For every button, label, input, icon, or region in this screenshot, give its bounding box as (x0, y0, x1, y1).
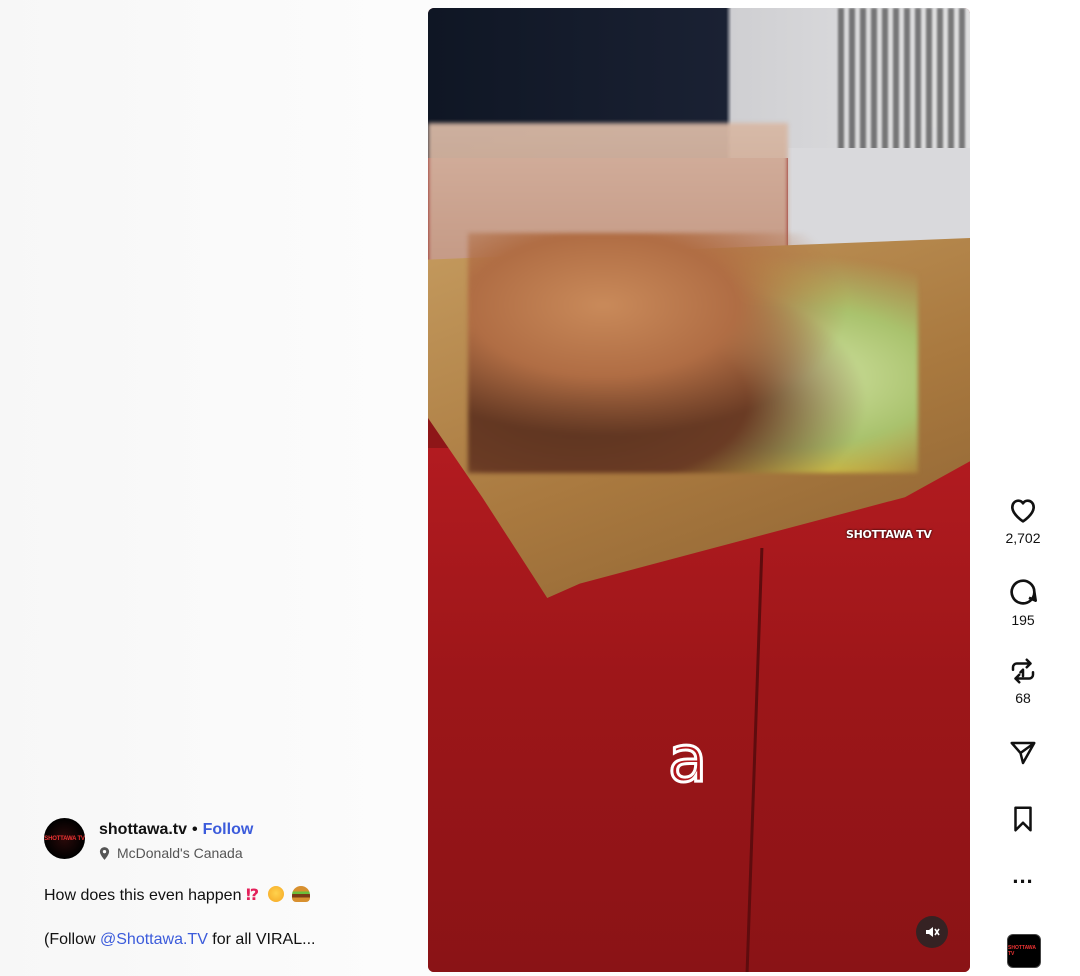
more-options-label: ... (1012, 863, 1034, 888)
share-icon (1008, 738, 1038, 768)
caption-more-prefix: (Follow (44, 931, 101, 948)
location-link[interactable]: McDonald's Canada (99, 845, 253, 861)
like-button[interactable]: 2,702 (995, 494, 1051, 546)
comment-count: 195 (1011, 612, 1035, 628)
audio-thumbnail[interactable]: SHOTTAWA TV (1007, 934, 1041, 968)
post-author: SHOTTAWA TV shottawa.tv • Follow McDonald'… (44, 818, 414, 861)
audio-thumbnail-text: SHOTTAWA TV (1008, 945, 1036, 957)
mention-link[interactable]: @Shottawa.TV (100, 931, 208, 948)
reel-video[interactable]: SHOTTAWA TV a (428, 8, 970, 972)
share-button[interactable] (995, 738, 1051, 768)
avatar[interactable]: SHOTTAWA TV (44, 818, 85, 859)
comment-icon (1007, 576, 1039, 608)
map-pin-icon (99, 846, 110, 860)
caption-second-line: (Follow @Shottawa.TV for all VIRAL... (44, 929, 414, 951)
flushed-face-emoji (267, 886, 284, 902)
repost-count: 68 (1015, 690, 1031, 706)
post-caption-area: SHOTTAWA TV shottawa.tv • Follow McDonald'… (44, 818, 414, 951)
author-name-row: shottawa.tv • Follow (99, 820, 253, 840)
follow-button[interactable]: Follow (203, 821, 254, 838)
burger-emoji (292, 886, 311, 902)
author-meta: shottawa.tv • Follow McDonald's Canada (99, 818, 253, 861)
avatar-text: SHOTTAWA TV (44, 835, 85, 842)
exclamation-question-emoji: ⁉ (245, 887, 260, 904)
repost-button[interactable]: 68 (995, 656, 1051, 706)
caption-first-line: How does this even happen ⁉ (44, 885, 414, 907)
burger-image (468, 233, 918, 473)
more-options-button[interactable]: ... (995, 863, 1051, 888)
username-link[interactable]: shottawa.tv (99, 821, 187, 838)
caption-text: How does this even happen (44, 887, 242, 904)
video-overlay-letter: a (666, 722, 708, 799)
save-button[interactable] (995, 804, 1051, 834)
like-count: 2,702 (1005, 530, 1041, 546)
video-watermark: SHOTTAWA TV (846, 528, 932, 541)
repost-icon (1008, 656, 1038, 686)
comment-button[interactable]: 195 (995, 576, 1051, 628)
name-separator: • (192, 821, 198, 838)
bookmark-icon (1008, 804, 1038, 834)
speaker-muted-icon (924, 924, 940, 940)
caption-more-suffix: for all VIRAL... (207, 931, 316, 948)
mute-button[interactable] (916, 916, 948, 948)
heart-icon (1007, 494, 1039, 526)
location-label: McDonald's Canada (117, 845, 243, 861)
